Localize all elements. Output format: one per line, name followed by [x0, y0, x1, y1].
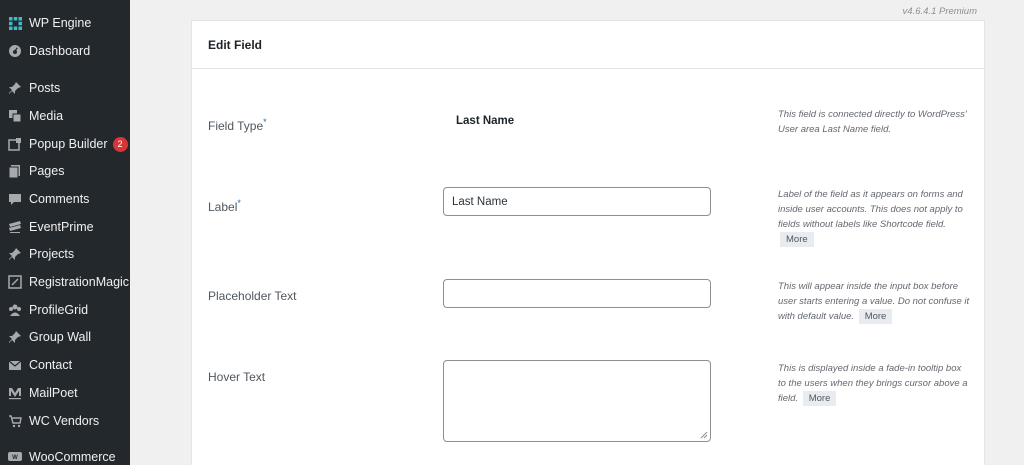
sidebar-item-popup-builder[interactable]: Popup Builder 2: [0, 130, 130, 158]
sidebar-item-label: EventPrime: [29, 220, 94, 234]
profilegrid-icon: [8, 303, 22, 317]
sidebar-item-contact[interactable]: Contact: [0, 351, 130, 379]
sidebar-item-woocommerce[interactable]: W WooCommerce: [0, 443, 130, 465]
required-mark: *: [263, 117, 267, 127]
more-button[interactable]: More: [780, 232, 814, 247]
more-button[interactable]: More: [802, 391, 837, 406]
placeholder-help: This will appear inside the input box be…: [778, 281, 970, 324]
placeholder-text-label: Placeholder Text: [208, 289, 297, 303]
sidebar-item-label: Dashboard: [29, 44, 91, 58]
card-title: Edit Field: [208, 37, 262, 52]
label-field-label: Label*: [208, 198, 241, 214]
registrationmagic-icon: [8, 275, 22, 289]
woocommerce-icon: W: [8, 450, 22, 464]
label-input[interactable]: [443, 187, 711, 216]
sidebar-item-label: Contact: [29, 358, 73, 372]
field-type-value: Last Name: [456, 115, 515, 127]
svg-text:W: W: [12, 455, 18, 461]
sidebar-item-posts[interactable]: Posts: [0, 74, 130, 102]
hover-text-textarea[interactable]: [443, 360, 711, 442]
sidebar-item-label: Popup Builder: [29, 137, 108, 151]
hover-help: This is displayed inside a fade-in toolt…: [778, 363, 968, 406]
sidebar-item-label: Comments: [29, 192, 90, 206]
plugin-version: v4.6.4.1 Premium: [902, 6, 977, 17]
popup-icon: [8, 137, 22, 151]
sidebar-item-label: WC Vendors: [29, 414, 100, 428]
label-help: Label of the field as it appears on form…: [778, 189, 963, 247]
eventprime-icon: [8, 220, 22, 234]
sidebar-item-pages[interactable]: Pages: [0, 157, 130, 185]
sidebar-item-wp-engine[interactable]: WP Engine: [0, 9, 130, 37]
sidebar-item-group-wall[interactable]: Group Wall: [0, 323, 130, 351]
pin-icon: [8, 330, 22, 344]
notification-badge: 2: [112, 136, 128, 152]
edit-field-card: Edit Field Field Type* Last Name This fi…: [191, 20, 985, 465]
mailpoet-icon: [8, 386, 22, 400]
wp-engine-icon: [8, 16, 22, 30]
sidebar-item-registrationmagic[interactable]: RegistrationMagic: [0, 268, 130, 296]
sidebar-item-mailpoet[interactable]: MailPoet: [0, 379, 130, 407]
sidebar-item-label: Pages: [29, 164, 65, 178]
card-header: Edit Field: [192, 21, 984, 69]
sidebar-item-media[interactable]: Media: [0, 102, 130, 130]
comment-icon: [8, 192, 22, 206]
required-mark: *: [237, 198, 241, 208]
mail-icon: [8, 358, 22, 372]
sidebar-item-projects[interactable]: Projects: [0, 240, 130, 268]
dashboard-icon: [8, 44, 22, 58]
cart-icon: [8, 414, 22, 428]
sidebar-item-label: Posts: [29, 81, 61, 95]
more-button[interactable]: More: [858, 309, 893, 324]
sidebar-item-label: Group Wall: [29, 330, 92, 344]
sidebar-item-comments[interactable]: Comments: [0, 185, 130, 213]
pages-icon: [8, 164, 22, 178]
media-icon: [8, 109, 22, 123]
sidebar-item-label: WooCommerce: [29, 450, 116, 464]
sidebar-item-dashboard[interactable]: Dashboard: [0, 37, 130, 65]
field-type-help: This field is connected directly to Word…: [778, 109, 967, 135]
sidebar-item-label: Media: [29, 109, 64, 123]
sidebar-item-label: MailPoet: [29, 386, 78, 400]
sidebar-item-label: RegistrationMagic: [29, 275, 130, 289]
sidebar-item-eventprime[interactable]: EventPrime: [0, 213, 130, 241]
pin-icon: [8, 81, 22, 95]
hover-text-label: Hover Text: [208, 370, 266, 384]
sidebar-item-label: WP Engine: [29, 16, 92, 30]
pin-icon: [8, 247, 22, 261]
admin-sidebar: WP Engine Dashboard Posts Media Popup Bu…: [0, 0, 130, 465]
sidebar-item-label: Projects: [29, 247, 75, 261]
placeholder-input[interactable]: [443, 279, 711, 308]
resize-handle-icon[interactable]: [700, 431, 708, 439]
sidebar-item-label: ProfileGrid: [29, 303, 89, 317]
sidebar-item-wc-vendors[interactable]: WC Vendors: [0, 407, 130, 435]
sidebar-item-profilegrid[interactable]: ProfileGrid: [0, 296, 130, 324]
field-type-label: Field Type*: [208, 117, 267, 133]
